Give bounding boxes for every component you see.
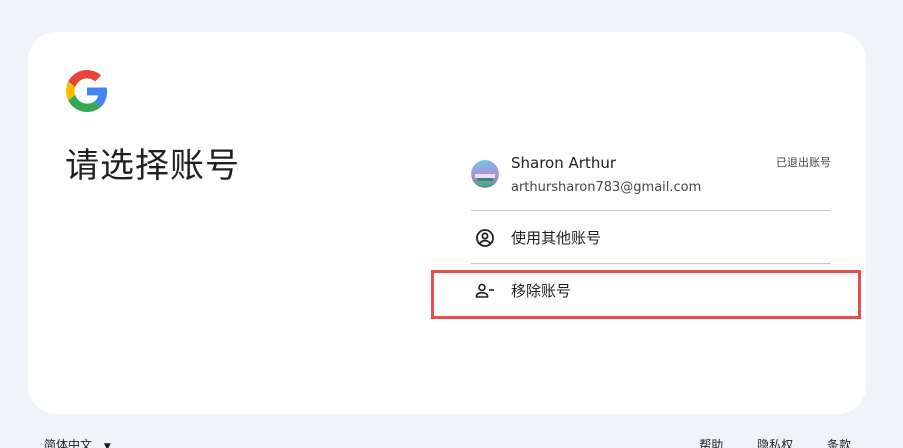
use-another-account-label: 使用其他账号 (511, 229, 602, 247)
remove-account-button[interactable]: 移除账号 (471, 264, 831, 317)
use-another-account-button[interactable]: 使用其他账号 (471, 211, 831, 264)
footer: 简体中文 ▼ 帮助 隐私权 条款 (0, 436, 903, 448)
account-status: 已退出账号 (776, 156, 831, 169)
dropdown-caret-icon: ▼ (103, 442, 111, 448)
language-label: 简体中文 (44, 438, 93, 448)
account-name: Sharon Arthur (511, 154, 616, 172)
account-list: Sharon Arthur arthursharon783@gmail.com … (471, 146, 831, 317)
avatar-icon (471, 160, 499, 188)
page-title: 请选择账号 (65, 146, 240, 186)
language-selector[interactable]: 简体中文 ▼ (44, 436, 111, 448)
account-email: arthursharon783@gmail.com (511, 180, 702, 195)
account-item-sharon-arthur[interactable]: Sharon Arthur arthursharon783@gmail.com … (471, 146, 831, 211)
person-remove-icon (475, 283, 494, 298)
google-logo-icon (66, 70, 108, 112)
privacy-link[interactable]: 隐私权 (757, 438, 793, 448)
footer-links: 帮助 隐私权 条款 (669, 436, 851, 448)
account-circle-icon (476, 229, 494, 247)
help-link[interactable]: 帮助 (699, 438, 723, 448)
page: 请选择账号 Sharon Arthur arthursharon783@gmai… (0, 0, 903, 448)
terms-link[interactable]: 条款 (827, 438, 851, 448)
remove-account-label: 移除账号 (511, 282, 572, 300)
